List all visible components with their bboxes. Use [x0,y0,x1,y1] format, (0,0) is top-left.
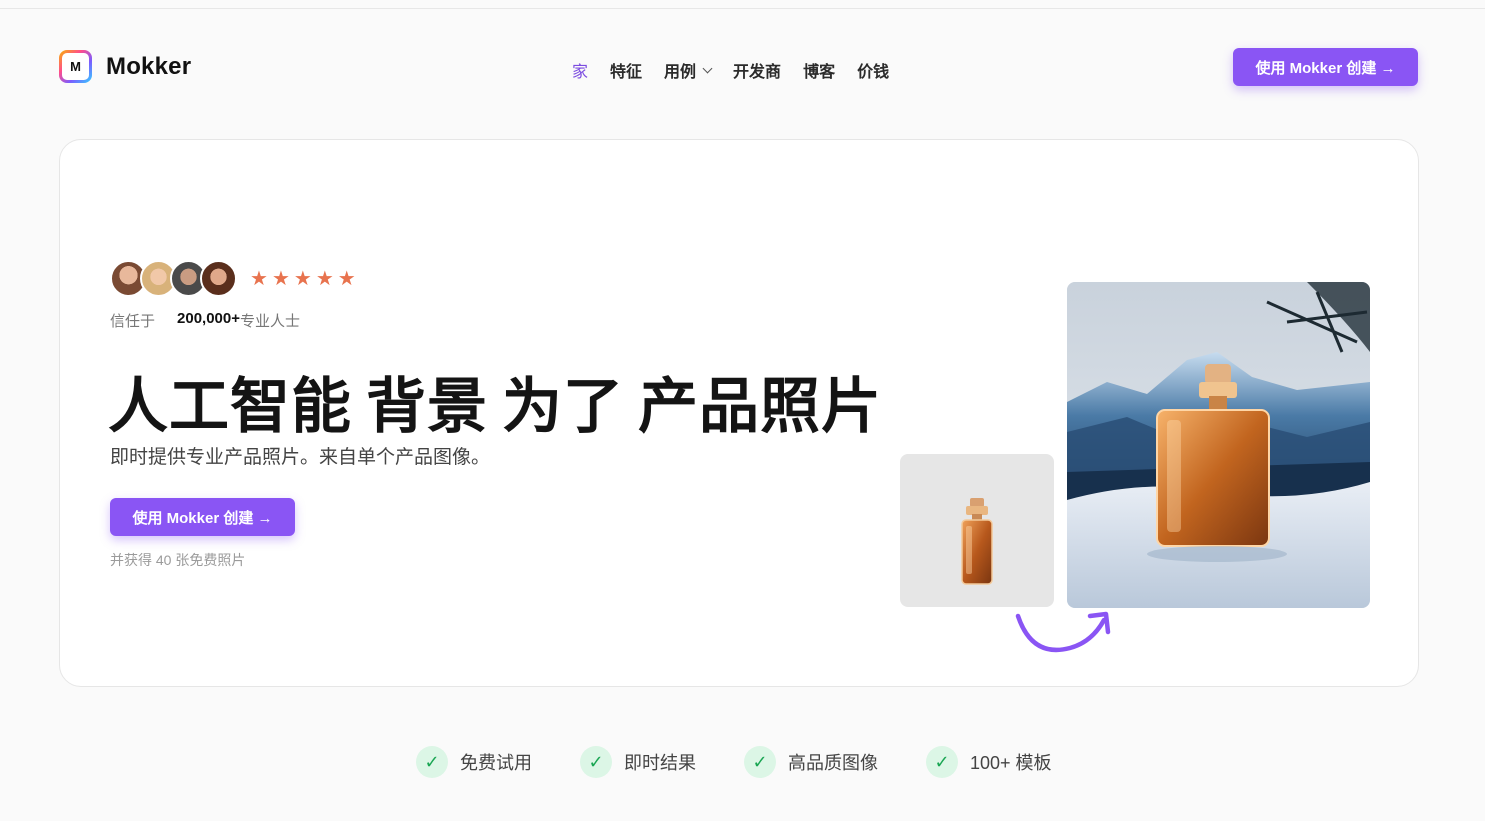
check-icon: ✓ [416,746,448,778]
headline-highlight: 产品照片 [638,372,882,442]
star-icon: ★ [337,267,356,290]
product-before-image [900,454,1054,607]
feature-label: 免费试用 [460,753,532,773]
logo-letter: M [62,53,89,80]
rating-stars: ★ ★ ★ ★ ★ [250,269,356,289]
nav-item-blog[interactable]: 博客 [803,58,835,82]
hero-headline: 人工智能 背景 为了 产品照片 [108,358,882,445]
star-icon: ★ [250,267,268,290]
main-nav: 家 特征 用例 开发商 博客 价钱 [572,58,889,82]
trusted-by: 信任于 200,000+ 专业人士 [110,310,300,331]
headline-word: 背景 [366,372,488,442]
trusted-prefix: 信任于 [110,313,156,330]
hero-card: ★ ★ ★ ★ ★ 信任于 200,000+ 专业人士 人工智能 背景 为了 产品照片… [59,139,1419,687]
nav-item-pricing[interactable]: 价钱 [857,58,889,82]
chevron-down-icon [702,63,713,73]
logo-mark: M [59,50,92,83]
avatar [200,260,237,297]
mountain-scene [1067,282,1370,608]
nav-item-use-cases[interactable]: 用例 [664,58,713,82]
check-icon: ✓ [580,746,612,778]
trusted-suffix: 专业人士 [240,313,301,330]
logo[interactable]: M Mokker [59,50,191,83]
brand-name: Mokker [106,52,192,80]
nav-item-features[interactable]: 特征 [610,58,642,82]
trusted-count: 200,000+ [177,310,240,327]
feature-label: 100+ 模板 [970,753,1052,773]
nav-item-home[interactable]: 家 [572,58,588,82]
star-icon: ★ [315,267,334,290]
product-after-image [1067,282,1370,608]
feature-label: 高品质图像 [788,753,878,773]
customer-avatars: ★ ★ ★ ★ ★ [110,260,356,297]
feature-item: ✓ 100+ 模板 [926,746,1052,778]
feature-item: ✓ 免费试用 [416,746,532,778]
header-create-button[interactable]: 使用 Mokker 创建 → [1233,48,1418,86]
headline-word: 为了 [502,372,624,442]
check-icon: ✓ [744,746,776,778]
perfume-bottle-icon [961,498,993,585]
star-icon: ★ [293,267,312,290]
transform-arrow-icon [1015,611,1111,653]
star-icon: ★ [271,267,290,290]
free-photos-note: 并获得 40 张免费照片 [110,552,246,568]
feature-list: ✓ 免费试用 ✓ 即时结果 ✓ 高品质图像 ✓ 100+ 模板 [416,746,1052,778]
hero-create-button[interactable]: 使用 Mokker 创建 → [110,498,295,536]
feature-item: ✓ 高品质图像 [744,746,878,778]
check-icon: ✓ [926,746,958,778]
nav-item-developers[interactable]: 开发商 [733,58,781,82]
feature-label: 即时结果 [624,753,696,773]
hero-subtitle: 即时提供专业产品照片。来自单个产品图像。 [110,447,491,468]
site-header: M Mokker 家 特征 用例 开发商 博客 价钱 使用 Mokker 创建 … [0,0,1485,130]
headline-word: 人工智能 [108,372,352,442]
nav-item-use-cases-label: 用例 [664,64,697,81]
feature-item: ✓ 即时结果 [580,746,696,778]
